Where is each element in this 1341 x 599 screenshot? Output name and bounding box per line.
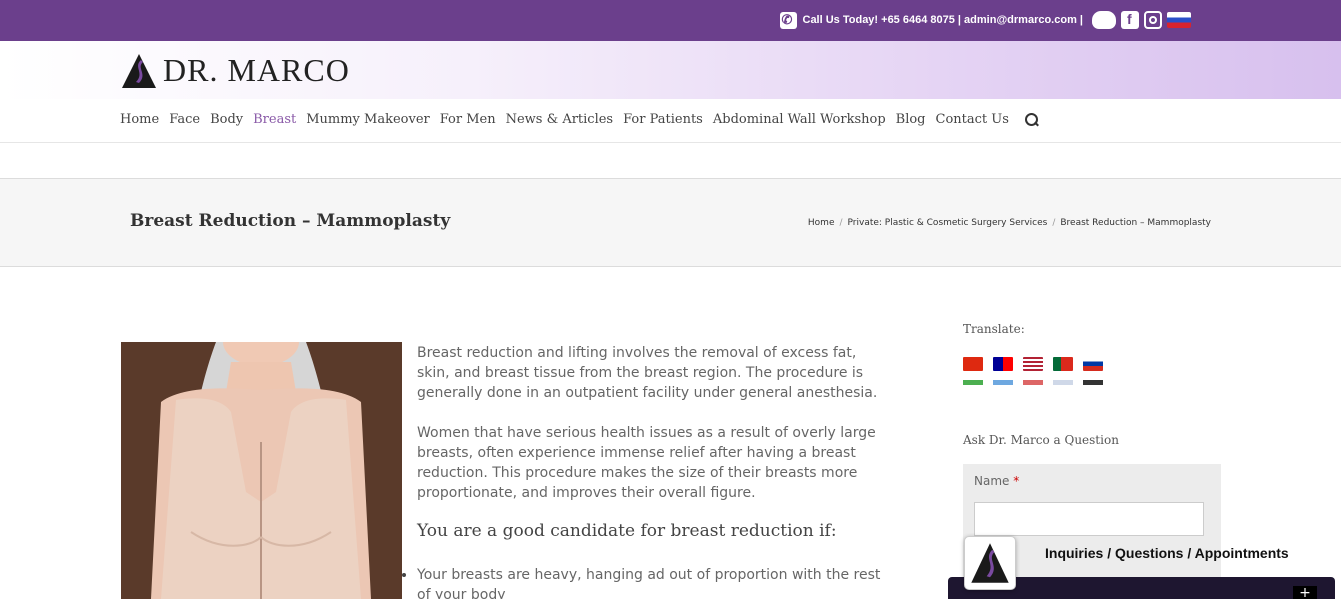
logo-mark-icon bbox=[122, 53, 156, 88]
nav-menu: Home Face Body Breast Mummy Makeover For… bbox=[120, 112, 1038, 127]
nav-item-contact-us[interactable]: Contact Us bbox=[936, 112, 1009, 127]
logo-text: DR. MARCO bbox=[163, 52, 350, 88]
breadcrumb-current: Breast Reduction – Mammoplasty bbox=[1060, 218, 1211, 228]
breadcrumb: Home / Private: Plastic & Cosmetic Surge… bbox=[808, 218, 1211, 228]
main-nav: Home Face Body Breast Mummy Makeover For… bbox=[0, 99, 1341, 143]
nav-item-for-men[interactable]: For Men bbox=[440, 112, 496, 127]
usa-flag-icon[interactable] bbox=[1023, 357, 1043, 371]
flag-icon[interactable] bbox=[993, 380, 1013, 385]
nav-item-abdominal-wall-workshop[interactable]: Abdominal Wall Workshop bbox=[713, 112, 886, 127]
breadcrumb-services[interactable]: Private: Plastic & Cosmetic Surgery Serv… bbox=[848, 218, 1048, 228]
nav-item-face[interactable]: Face bbox=[169, 112, 200, 127]
candidate-list: Your breasts are heavy, hanging ad out o… bbox=[402, 565, 892, 599]
ask-question-heading: Ask Dr. Marco a Question bbox=[963, 433, 1119, 447]
facebook-icon[interactable] bbox=[1121, 11, 1139, 29]
translate-flags-row-2 bbox=[963, 380, 1221, 385]
chat-widget[interactable]: Inquiries / Questions / Appointments + bbox=[948, 536, 1335, 599]
translate-flags bbox=[963, 357, 1221, 371]
flag-icon[interactable] bbox=[1023, 380, 1043, 385]
chat-avatar[interactable] bbox=[964, 536, 1016, 590]
nav-item-mummy-makeover[interactable]: Mummy Makeover bbox=[306, 112, 430, 127]
nav-item-for-patients[interactable]: For Patients bbox=[623, 112, 703, 127]
nav-item-blog[interactable]: Blog bbox=[896, 112, 926, 127]
list-item: Your breasts are heavy, hanging ad out o… bbox=[402, 565, 892, 599]
flag-icon[interactable] bbox=[1083, 380, 1103, 385]
page-title: Breast Reduction – Mammoplasty bbox=[130, 211, 451, 231]
nav-item-news-articles[interactable]: News & Articles bbox=[506, 112, 614, 127]
logo[interactable]: DR. MARCO bbox=[121, 52, 350, 89]
search-icon[interactable] bbox=[1024, 113, 1038, 126]
chat-expand-button[interactable]: + bbox=[1293, 586, 1317, 599]
contact-text[interactable]: Call Us Today! +65 6464 8075 | admin@drm… bbox=[803, 14, 1084, 26]
instagram-icon[interactable] bbox=[1144, 11, 1162, 29]
russia-flag-icon[interactable] bbox=[1083, 357, 1103, 371]
breadcrumb-separator: / bbox=[1052, 218, 1056, 228]
paragraph-intro: Breast reduction and lifting involves th… bbox=[417, 345, 878, 401]
portugal-flag-icon[interactable] bbox=[1053, 357, 1073, 371]
article-content: Breast reduction and lifting involves th… bbox=[402, 343, 892, 599]
paragraph-benefits: Women that have serious health issues as… bbox=[417, 425, 876, 501]
russian-flag-icon[interactable] bbox=[1167, 12, 1191, 28]
social-links bbox=[1092, 11, 1191, 29]
chat-logo-icon bbox=[971, 543, 1009, 583]
taiwan-flag-icon[interactable] bbox=[993, 357, 1013, 371]
breadcrumb-home[interactable]: Home bbox=[808, 218, 835, 228]
procedure-image bbox=[121, 342, 402, 599]
nav-item-home[interactable]: Home bbox=[120, 112, 159, 127]
site-header: DR. MARCO bbox=[0, 41, 1341, 99]
phone-icon bbox=[779, 11, 797, 29]
procedure-photo-illustration bbox=[121, 342, 402, 599]
translate-heading: Translate: bbox=[963, 322, 1025, 336]
required-mark: * bbox=[1013, 474, 1020, 488]
top-bar: Call Us Today! +65 6464 8075 | admin@drm… bbox=[0, 0, 1341, 41]
breadcrumb-separator: / bbox=[839, 218, 843, 228]
nav-item-breast[interactable]: Breast bbox=[253, 112, 296, 127]
candidate-heading: You are a good candidate for breast redu… bbox=[417, 521, 837, 541]
page-title-bar: Breast Reduction – Mammoplasty Home / Pr… bbox=[0, 178, 1341, 267]
weibo-icon[interactable] bbox=[1092, 11, 1116, 29]
chat-label[interactable]: Inquiries / Questions / Appointments bbox=[1045, 545, 1289, 561]
china-flag-icon[interactable] bbox=[963, 357, 983, 371]
contact-strip: Call Us Today! +65 6464 8075 | admin@drm… bbox=[779, 9, 1191, 31]
name-input[interactable] bbox=[974, 502, 1204, 536]
name-label: Name * bbox=[974, 474, 1020, 488]
flag-icon[interactable] bbox=[963, 380, 983, 385]
flag-icon[interactable] bbox=[1053, 380, 1073, 385]
nav-item-body[interactable]: Body bbox=[210, 112, 243, 127]
